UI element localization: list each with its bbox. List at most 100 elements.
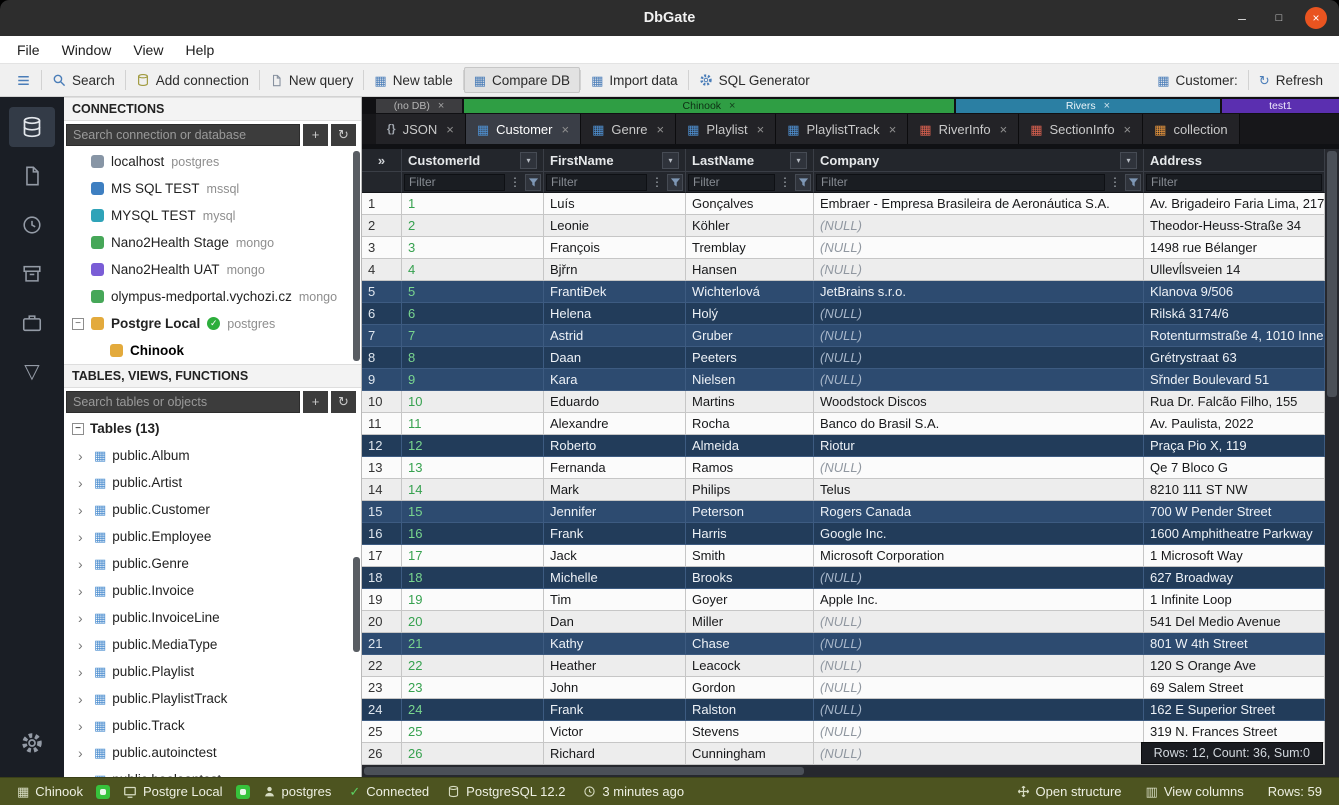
cell-firstname[interactable]: Michelle bbox=[544, 567, 686, 589]
cell-lastname[interactable]: Gordon bbox=[686, 677, 814, 699]
cell-customerid[interactable]: 8 bbox=[402, 347, 544, 369]
dots-menu-icon[interactable]: ⋮ bbox=[1107, 175, 1123, 189]
cell-company[interactable]: (NULL) bbox=[814, 457, 1144, 479]
status-last-refresh[interactable]: 3 minutes ago bbox=[574, 784, 693, 799]
sidebar-table-item[interactable]: › ▦ public.InvoiceLine bbox=[64, 604, 361, 631]
status-user[interactable]: postgres bbox=[254, 784, 341, 799]
menu-file[interactable]: File bbox=[6, 36, 51, 63]
cell-customerid[interactable]: 3 bbox=[402, 237, 544, 259]
cell-lastname[interactable]: Goyer bbox=[686, 589, 814, 611]
tab[interactable]: ▦ SectionInfo × bbox=[1019, 114, 1143, 144]
table-row[interactable]: 21 21 Kathy Chase (NULL) 801 W 4th Stree… bbox=[362, 633, 1325, 655]
cell-company[interactable]: Embraer - Empresa Brasileira de Aeronáut… bbox=[814, 193, 1144, 215]
cell-company[interactable]: Riotur bbox=[814, 435, 1144, 457]
cell-address[interactable]: 1 Microsoft Way bbox=[1144, 545, 1325, 567]
column-dropdown-button[interactable]: ▾ bbox=[1120, 152, 1137, 169]
menu-help[interactable]: Help bbox=[174, 36, 225, 63]
row-number-cell[interactable]: 10 bbox=[362, 391, 402, 413]
row-number-cell[interactable]: 22 bbox=[362, 655, 402, 677]
cell-customerid[interactable]: 7 bbox=[402, 325, 544, 347]
filter-funnel-button[interactable] bbox=[525, 174, 541, 191]
close-button[interactable]: × bbox=[1305, 7, 1327, 29]
table-row[interactable]: 17 17 Jack Smith Microsoft Corporation 1… bbox=[362, 545, 1325, 567]
cell-lastname[interactable]: Cunningham bbox=[686, 743, 814, 765]
cell-company[interactable]: (NULL) bbox=[814, 567, 1144, 589]
column-header[interactable]: LastName ▾ bbox=[686, 149, 814, 172]
rail-files-button[interactable] bbox=[9, 156, 55, 196]
cell-firstname[interactable]: Richard bbox=[544, 743, 686, 765]
connections-search-input[interactable] bbox=[66, 124, 300, 146]
cell-company[interactable]: (NULL) bbox=[814, 633, 1144, 655]
cell-customerid[interactable]: 2 bbox=[402, 215, 544, 237]
sidebar-table-item[interactable]: › ▦ public.Artist bbox=[64, 469, 361, 496]
table-row[interactable]: 14 14 Mark Philips Telus 8210 111 ST NW bbox=[362, 479, 1325, 501]
cell-address[interactable]: Sřnder Boulevard 51 bbox=[1144, 369, 1325, 391]
cell-firstname[interactable]: Helena bbox=[544, 303, 686, 325]
chevron-right-icon[interactable]: › bbox=[78, 745, 88, 761]
tab[interactable]: ▦ Customer × bbox=[466, 114, 581, 144]
cell-address[interactable]: 162 E Superior Street bbox=[1144, 699, 1325, 721]
sidebar-table-item[interactable]: › ▦ public.MediaType bbox=[64, 631, 361, 658]
filter-input[interactable] bbox=[1146, 174, 1322, 191]
minimize-button[interactable]: – bbox=[1231, 7, 1253, 29]
cell-customerid[interactable]: 4 bbox=[402, 259, 544, 281]
cell-customerid[interactable]: 15 bbox=[402, 501, 544, 523]
rail-archive-button[interactable] bbox=[9, 254, 55, 294]
column-header[interactable]: Company ▾ bbox=[814, 149, 1144, 172]
cell-address[interactable]: 319 N. Frances Street bbox=[1144, 721, 1325, 743]
row-number-cell[interactable]: 13 bbox=[362, 457, 402, 479]
row-number-cell[interactable]: 6 bbox=[362, 303, 402, 325]
filter-input[interactable] bbox=[816, 174, 1105, 191]
connection-item[interactable]: − Postgre Local ✓ postgres bbox=[64, 310, 361, 337]
cell-company[interactable]: Apple Inc. bbox=[814, 589, 1144, 611]
connection-item[interactable]: − localhost postgres bbox=[64, 148, 361, 175]
cell-customerid[interactable]: 11 bbox=[402, 413, 544, 435]
cell-lastname[interactable]: Almeida bbox=[686, 435, 814, 457]
cell-customerid[interactable]: 13 bbox=[402, 457, 544, 479]
tab-group[interactable]: Chinook × bbox=[464, 99, 954, 113]
cell-address[interactable]: 1600 Amphitheatre Parkway bbox=[1144, 523, 1325, 545]
horizontal-scrollbar[interactable] bbox=[362, 765, 1339, 777]
chevron-right-icon[interactable]: › bbox=[78, 718, 88, 734]
cell-customerid[interactable]: 20 bbox=[402, 611, 544, 633]
cell-lastname[interactable]: Hansen bbox=[686, 259, 814, 281]
cell-firstname[interactable]: Jack bbox=[544, 545, 686, 567]
cell-lastname[interactable]: Peterson bbox=[686, 501, 814, 523]
cell-firstname[interactable]: Daan bbox=[544, 347, 686, 369]
maximize-button[interactable]: □ bbox=[1268, 7, 1290, 29]
cell-customerid[interactable]: 16 bbox=[402, 523, 544, 545]
close-icon[interactable]: × bbox=[1124, 122, 1132, 137]
table-row[interactable]: 25 25 Victor Stevens (NULL) 319 N. Franc… bbox=[362, 721, 1325, 743]
expand-all-button[interactable]: » bbox=[362, 149, 402, 172]
tab[interactable]: {} JSON × bbox=[376, 114, 466, 144]
cell-firstname[interactable]: Dan bbox=[544, 611, 686, 633]
cell-customerid[interactable]: 25 bbox=[402, 721, 544, 743]
tables-group[interactable]: − Tables (13) bbox=[64, 415, 361, 442]
rail-settings-button[interactable] bbox=[9, 723, 55, 763]
cell-address[interactable]: 700 W Pender Street bbox=[1144, 501, 1325, 523]
cell-lastname[interactable]: Miller bbox=[686, 611, 814, 633]
filter-funnel-button[interactable] bbox=[795, 174, 811, 191]
column-dropdown-button[interactable]: ▾ bbox=[790, 152, 807, 169]
column-dropdown-button[interactable]: ▾ bbox=[520, 152, 537, 169]
cell-firstname[interactable]: Luís bbox=[544, 193, 686, 215]
tab[interactable]: ▦ Playlist × bbox=[676, 114, 776, 144]
chevron-right-icon[interactable]: › bbox=[78, 772, 88, 778]
cell-lastname[interactable]: Holý bbox=[686, 303, 814, 325]
cell-company[interactable]: (NULL) bbox=[814, 325, 1144, 347]
chevron-right-icon[interactable]: › bbox=[78, 664, 88, 680]
close-icon[interactable]: × bbox=[657, 122, 665, 137]
cell-firstname[interactable]: Leonie bbox=[544, 215, 686, 237]
chevron-right-icon[interactable]: › bbox=[78, 448, 88, 464]
cell-firstname[interactable]: Tim bbox=[544, 589, 686, 611]
cell-lastname[interactable]: Wichterlová bbox=[686, 281, 814, 303]
sidebar-table-item[interactable]: › ▦ public.Employee bbox=[64, 523, 361, 550]
cell-address[interactable]: Rua Dr. Falcão Filho, 155 bbox=[1144, 391, 1325, 413]
cell-customerid[interactable]: 6 bbox=[402, 303, 544, 325]
close-icon[interactable]: × bbox=[889, 122, 897, 137]
cell-company[interactable]: (NULL) bbox=[814, 237, 1144, 259]
row-number-cell[interactable]: 4 bbox=[362, 259, 402, 281]
rail-filter-button[interactable]: ▽ bbox=[9, 352, 55, 392]
row-number-cell[interactable]: 21 bbox=[362, 633, 402, 655]
sidebar-table-item[interactable]: › ▦ public.Album bbox=[64, 442, 361, 469]
